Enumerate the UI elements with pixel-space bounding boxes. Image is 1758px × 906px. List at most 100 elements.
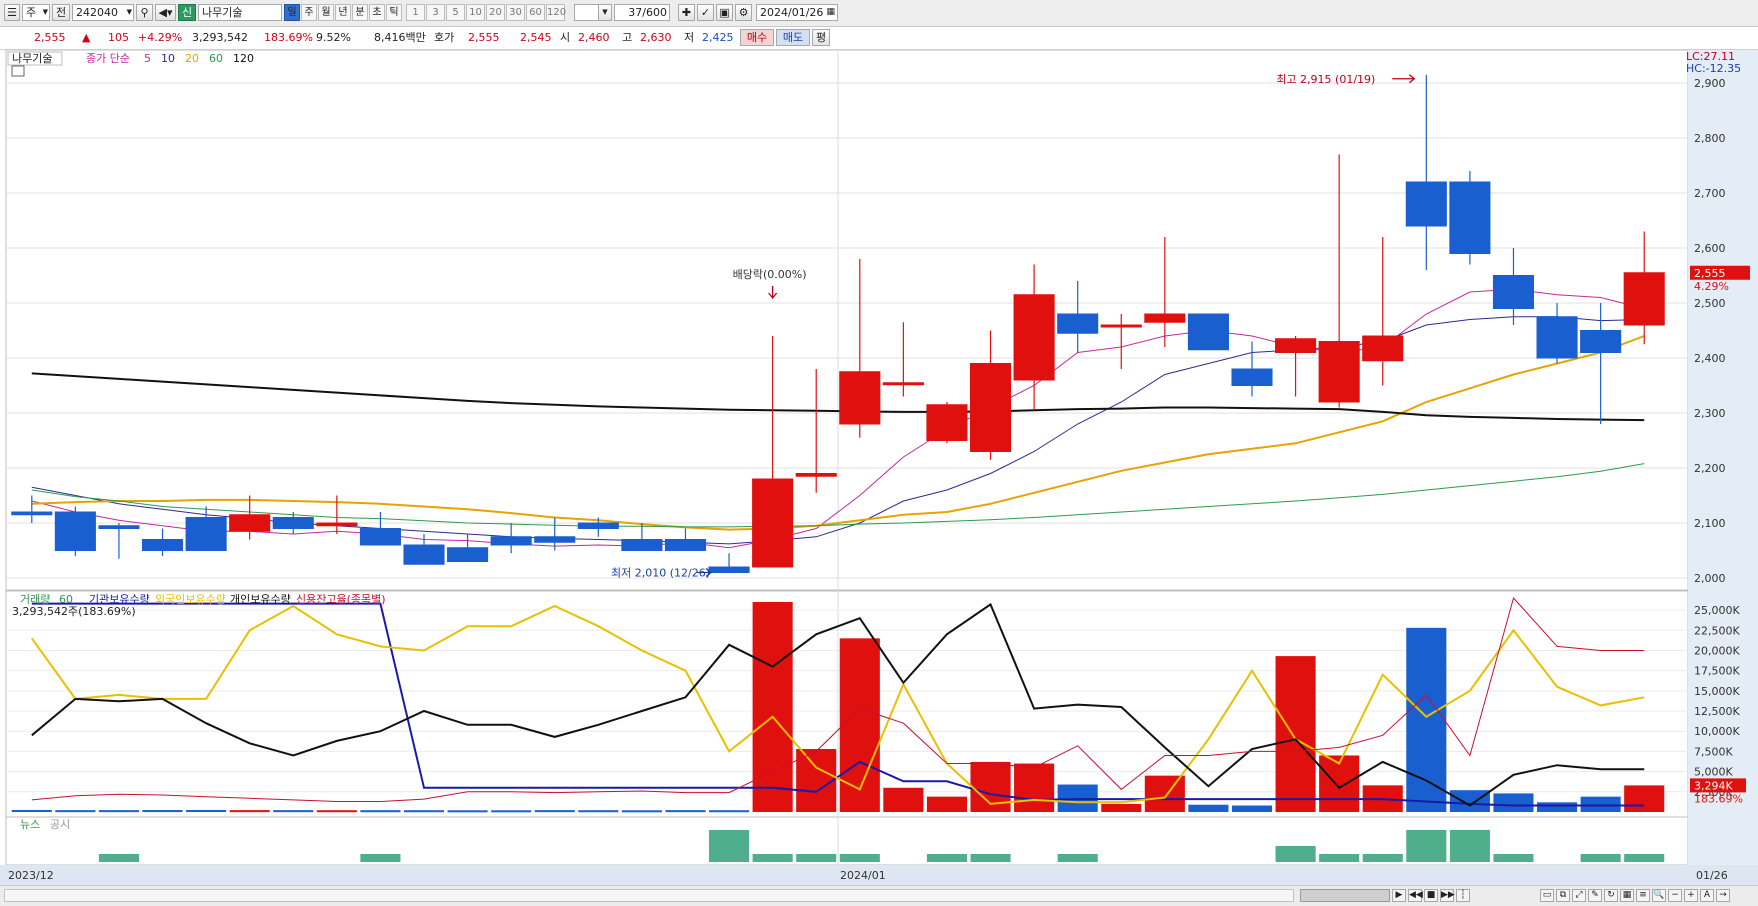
volume-bar [1231,805,1273,812]
period-button-0[interactable]: 일 [284,4,300,21]
date-input[interactable]: 2024/01/26 ▦ [756,4,838,21]
interval-button-20[interactable]: 20 [486,4,505,21]
period-button-6[interactable]: 틱 [386,4,402,21]
ex-dividend-annotation: 배당락(0.00%) [733,268,807,281]
period-button-5[interactable]: 초 [369,4,385,21]
refresh-icon[interactable]: ↻ [1604,889,1618,902]
volume-current-label: 3,293,542주(183.69%) [12,605,136,618]
stock-code-input[interactable]: 242040 ▼ [72,4,134,21]
pen-icon[interactable]: ✎ [1588,889,1602,902]
resize-icon[interactable]: ⤢ [1572,889,1586,902]
news-bar [1624,854,1665,862]
candle-body [98,525,140,529]
count-total: /600 [642,6,667,19]
interval-button-60[interactable]: 60 [526,4,545,21]
date-label-start: 2023/12 [8,869,54,882]
rewind-icon[interactable]: ◀◀ [1408,889,1423,902]
play-icon[interactable]: ▶ [1392,889,1406,902]
copy-icon[interactable]: ⧉ [1556,889,1570,902]
interval-button-120[interactable]: 120 [546,4,566,21]
price-tick-label: 2,300 [1694,407,1726,420]
period-button-4[interactable]: 분 [352,4,368,21]
period-button-3[interactable]: 년 [335,4,351,21]
volume-bar [665,810,706,813]
sell-button[interactable]: 매도 [776,29,810,46]
interval-button-1[interactable]: 1 [406,4,425,21]
interval-button-3[interactable]: 3 [426,4,445,21]
news-bar [1319,854,1360,862]
interval-button-10[interactable]: 10 [466,4,485,21]
scroll-thumb[interactable] [1300,889,1390,902]
volume-tick-label: 7,500K [1694,745,1733,758]
volume-bar [1406,627,1447,812]
candle-body [708,566,750,573]
interval-button-30[interactable]: 30 [506,4,525,21]
change-value: 105 [108,31,129,44]
speaker-icon[interactable]: ◀▾ [155,4,176,21]
buy-button[interactable]: 매수 [740,29,774,46]
scroll-bar[interactable]: ▶ ◀◀ ■ ▶▶ ┆ ▭ ⧉ ⤢ ✎ ↻ ▦ ≡ 🔍 − + A → [0,885,1758,906]
high-annotation: 최고 2,915 (01/19) [1276,73,1375,86]
forward-icon[interactable]: ▶▶ [1440,889,1455,902]
grid-icon[interactable]: ▦ [1620,889,1634,902]
arrow-right-icon[interactable]: → [1716,889,1730,902]
font-size-icon[interactable]: A [1700,889,1714,902]
zoom-in-icon[interactable]: + [1684,889,1698,902]
period-button-1[interactable]: 주 [301,4,317,21]
candle-body [1057,313,1099,334]
add-indicator-icon[interactable]: ✚ [678,4,695,21]
price-tick-label: 2,000 [1694,572,1726,585]
current-price-tag-pct: 4.29% [1694,280,1729,293]
candle-body [926,404,968,441]
price-tick-label: 2,600 [1694,242,1726,255]
quote-bar: 2,555 ▲ 105 +4.29% 3,293,542 183.69% 9.5… [0,27,1758,50]
volume-bar [1144,775,1185,812]
chevron-down-icon[interactable]: ▼ [598,4,612,21]
candle-body [1536,316,1578,359]
candle-body [795,473,837,477]
list-icon[interactable]: ≡ [1636,889,1650,902]
price-pane[interactable] [5,50,1689,591]
news-bar [796,854,837,862]
stock-code-value: 242040 [76,6,118,19]
news-bar [970,854,1011,862]
calendar-icon: ▦ [826,7,835,17]
low-annotation: 최저 2,010 (12/26) [611,567,710,580]
volume-bar [883,787,924,812]
market-select[interactable]: 주 ▼ [22,4,50,21]
checkmark-icon[interactable]: ✓ [697,4,714,21]
stop-icon[interactable]: ■ [1424,889,1438,902]
candle-body [1275,338,1317,353]
credit-badge[interactable]: 신 [178,4,196,21]
count-input[interactable]: 37/600 [614,4,670,21]
chart-panes[interactable]: 최고 2,915 (01/19) 최저 2,010 (12/26) 배당락(0.00… [0,50,1758,885]
volume-bar [229,810,270,813]
date-value: 2024/01/26 [760,6,824,19]
stock-name-field[interactable]: 나무기술 [198,4,282,21]
high-label: 고 [622,31,633,44]
avg-button[interactable]: 평 [812,29,830,46]
window-menu-icon[interactable]: ☰ [4,4,20,21]
ask-price: 2,555 [468,31,500,44]
volume-bar [839,638,880,812]
save-icon[interactable]: ▣ [716,4,733,21]
scroll-track[interactable] [4,889,1294,902]
gear-icon[interactable]: ⚙ [735,4,752,21]
news-bar [98,854,139,862]
candle-body [534,536,576,543]
volume-bar [360,810,401,813]
zoom-icon[interactable]: 🔍 [1652,889,1666,902]
prev-button[interactable]: 전 [52,4,70,21]
ruler-icon[interactable]: ┆ [1456,889,1470,902]
search-icon[interactable]: ⚲ [136,4,153,21]
period-button-2[interactable]: 월 [318,4,334,21]
volume-tick-label: 20,000K [1694,644,1740,657]
volume-tick-label: 12,500K [1694,705,1740,718]
zoom-out-icon[interactable]: − [1668,889,1682,902]
news-bar [1057,854,1098,862]
volume-tick-label: 5,000K [1694,766,1733,779]
up-arrow-icon: ▲ [82,31,91,44]
volume-bar [534,810,575,813]
window-icon[interactable]: ▭ [1540,889,1554,902]
interval-button-5[interactable]: 5 [446,4,465,21]
